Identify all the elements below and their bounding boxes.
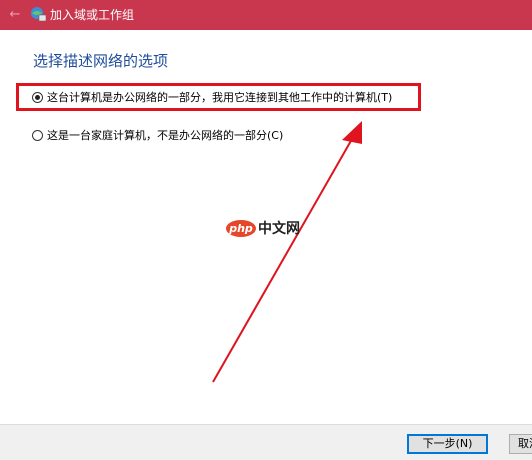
cancel-button[interactable]: 取消 [509,434,532,454]
next-button[interactable]: 下一步(N) [407,434,488,454]
watermark-logo: php [226,219,256,237]
watermark-text: 中文网 [258,221,300,237]
watermark: php 中文网 [226,218,300,238]
